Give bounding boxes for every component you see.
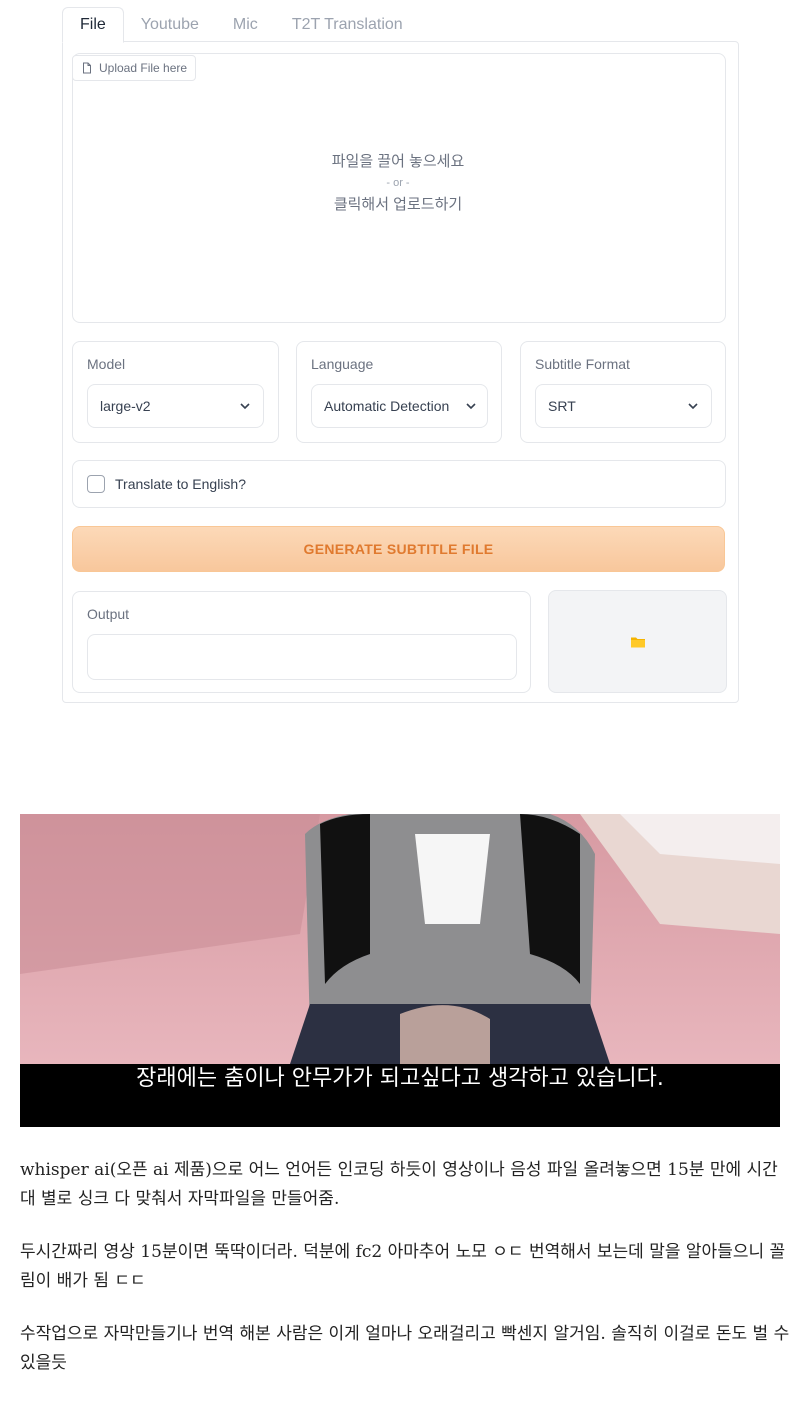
chevron-down-icon bbox=[688, 403, 698, 410]
subtitle-format-select[interactable]: SRT bbox=[535, 384, 712, 428]
language-label: Language bbox=[311, 356, 374, 372]
upload-label-badge: Upload File here bbox=[72, 55, 197, 81]
output-textbox[interactable] bbox=[87, 634, 517, 680]
model-field: Model large-v2 bbox=[72, 341, 279, 443]
language-field: Language Automatic Detection bbox=[296, 341, 502, 443]
video-subtitle: 장래에는 춤이나 안무가가 되고싶다고 생각하고 있습니다. bbox=[136, 1066, 664, 1091]
tab-mic[interactable]: Mic bbox=[216, 8, 275, 42]
drop-text: 파일을 끌어 놓으세요 bbox=[331, 153, 465, 170]
subtitle-format-value: SRT bbox=[548, 398, 576, 414]
subtitle-format-label: Subtitle Format bbox=[535, 356, 630, 372]
output-field: Output bbox=[72, 591, 531, 693]
post-paragraph: 두시간짜리 영상 15분이면 뚝딱이더라. 덕분에 fc2 아마추어 노모 ㅇㄷ… bbox=[20, 1242, 786, 1291]
post-body: whisper ai(오픈 ai 제품)으로 어느 언어든 인코딩 하듯이 영상… bbox=[20, 1156, 790, 1402]
or-text: - or - bbox=[386, 177, 410, 189]
upload-label-text: Upload File here bbox=[99, 61, 188, 75]
translate-option: Translate to English? bbox=[72, 460, 726, 508]
folder-icon bbox=[630, 637, 645, 647]
post-paragraph: 수작업으로 자막만들기나 번역 해본 사람은 이게 얼마나 오래걸리고 빡센지 … bbox=[20, 1324, 790, 1373]
language-value: Automatic Detection bbox=[324, 398, 450, 414]
file-icon bbox=[83, 62, 91, 74]
drop-instructions: 파일을 끌어 놓으세요 - or - 클릭해서 업로드하기 bbox=[72, 150, 724, 214]
language-select[interactable]: Automatic Detection bbox=[311, 384, 488, 428]
subtitle-format-field: Subtitle Format SRT bbox=[520, 341, 726, 443]
chevron-down-icon bbox=[240, 403, 250, 410]
tab-t2t-translation[interactable]: T2T Translation bbox=[275, 8, 420, 42]
translate-label[interactable]: Translate to English? bbox=[115, 476, 246, 492]
video-scene-image bbox=[20, 814, 780, 1064]
click-upload-text[interactable]: 클릭해서 업로드하기 bbox=[72, 193, 724, 214]
chevron-down-icon bbox=[466, 403, 476, 410]
tab-youtube[interactable]: Youtube bbox=[124, 8, 216, 42]
post-paragraph: whisper ai(오픈 ai 제품)으로 어느 언어든 인코딩 하듯이 영상… bbox=[20, 1160, 778, 1209]
generate-subtitle-button[interactable]: GENERATE SUBTITLE FILE bbox=[72, 526, 725, 572]
output-file-box[interactable] bbox=[548, 590, 727, 693]
output-label: Output bbox=[87, 606, 130, 622]
model-select[interactable]: large-v2 bbox=[87, 384, 264, 428]
tab-file[interactable]: File bbox=[62, 7, 124, 43]
model-value: large-v2 bbox=[100, 398, 151, 414]
translate-checkbox[interactable] bbox=[87, 475, 105, 493]
video-frame: 장래에는 춤이나 안무가가 되고싶다고 생각하고 있습니다. bbox=[20, 814, 780, 1127]
tab-bar: File Youtube Mic T2T Translation bbox=[62, 6, 420, 43]
model-label: Model bbox=[87, 356, 126, 372]
